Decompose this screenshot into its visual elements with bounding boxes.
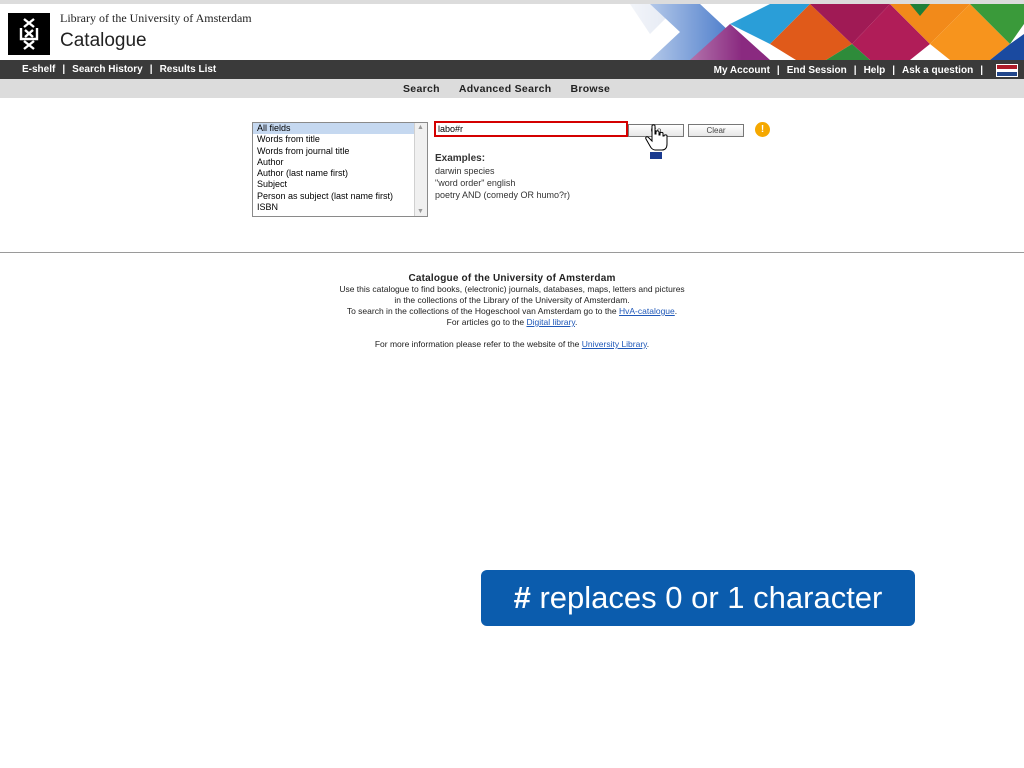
- info-line: For articles go to the Digital library.: [212, 317, 812, 328]
- tab-search[interactable]: Search: [403, 83, 440, 95]
- search-examples: Examples: darwin species "word order" en…: [435, 153, 570, 201]
- nav-separator: |: [892, 65, 896, 76]
- hand-cursor-icon: [645, 124, 668, 159]
- nav-search-history[interactable]: Search History: [72, 64, 143, 75]
- sub-nav: Search Advanced Search Browse: [0, 79, 1024, 98]
- field-option[interactable]: ISBN: [253, 202, 427, 213]
- nav-end-session[interactable]: End Session: [787, 65, 847, 76]
- examples-title: Examples:: [435, 153, 486, 164]
- nav-separator: |: [62, 64, 66, 75]
- nav-my-account[interactable]: My Account: [714, 65, 770, 76]
- example-item: "word order" english: [435, 178, 516, 188]
- clear-button[interactable]: Clear: [688, 124, 744, 137]
- app-title: Catalogue: [60, 30, 147, 51]
- nav-help[interactable]: Help: [864, 65, 886, 76]
- header-banner: [590, 4, 1024, 60]
- info-text: To search in the collections of the Hoge…: [346, 306, 619, 316]
- field-option[interactable]: All fields: [253, 123, 427, 135]
- tip-callout: # replaces 0 or 1 character: [481, 570, 915, 626]
- info-text: .: [674, 306, 678, 316]
- hva-catalogue-link[interactable]: HvA-catalogue: [619, 306, 675, 316]
- scroll-up-icon[interactable]: ▲: [417, 124, 424, 131]
- scroll-down-icon[interactable]: ▼: [417, 208, 424, 215]
- nav-separator: |: [853, 65, 857, 76]
- nav-separator: |: [776, 65, 780, 76]
- info-line: Use this catalogue to find books, (elect…: [339, 284, 685, 294]
- example-item: poetry AND (comedy OR humo?r): [435, 190, 571, 200]
- nav-separator: |: [980, 65, 983, 76]
- tip-text: replaces 0 or 1 character: [530, 580, 883, 615]
- header: Library of the University of Amsterdam C…: [0, 4, 1024, 60]
- university-library-link[interactable]: University Library: [582, 339, 647, 349]
- tab-browse[interactable]: Browse: [570, 83, 610, 95]
- dutch-flag-icon[interactable]: [996, 64, 1018, 77]
- search-input[interactable]: [434, 121, 628, 137]
- field-option[interactable]: Author (last name first): [253, 168, 427, 179]
- info-icon[interactable]: !: [755, 122, 770, 137]
- field-option[interactable]: Author: [253, 157, 427, 168]
- info-text: .: [574, 317, 578, 327]
- field-option[interactable]: Person as subject (last name first): [253, 191, 427, 202]
- field-option[interactable]: Words from title: [253, 134, 427, 145]
- tip-symbol: #: [513, 580, 531, 615]
- catalogue-info: Catalogue of the University of Amsterdam…: [212, 273, 812, 350]
- top-nav: E-shelf | Search History | Results List …: [0, 60, 1024, 79]
- tab-advanced-search[interactable]: Advanced Search: [459, 83, 552, 95]
- info-text: .: [646, 339, 650, 349]
- org-name: Library of the University of Amsterdam: [60, 11, 252, 25]
- nav-separator: |: [149, 64, 153, 75]
- info-heading: Catalogue of the University of Amsterdam: [408, 273, 616, 284]
- nav-results-list[interactable]: Results List: [160, 64, 217, 75]
- list-scrollbar[interactable]: ▲ ▼: [414, 123, 427, 216]
- divider: [0, 252, 1024, 253]
- digital-library-link[interactable]: Digital library: [526, 317, 575, 327]
- uva-logo: [8, 13, 50, 55]
- nav-ask-question[interactable]: Ask a question: [902, 65, 973, 76]
- nav-eshelf[interactable]: E-shelf: [22, 64, 55, 75]
- info-line: in the collections of the Library of the…: [394, 295, 630, 305]
- example-item: darwin species: [435, 166, 495, 176]
- info-line: To search in the collections of the Hoge…: [212, 306, 812, 317]
- field-option[interactable]: Subject: [253, 179, 427, 190]
- info-line: For more information please refer to the…: [212, 339, 812, 350]
- info-text: For articles go to the: [446, 317, 527, 327]
- info-text: For more information please refer to the…: [374, 339, 582, 349]
- field-option[interactable]: Words from journal title: [253, 146, 427, 157]
- search-field-list[interactable]: All fields Words from title Words from j…: [252, 122, 428, 217]
